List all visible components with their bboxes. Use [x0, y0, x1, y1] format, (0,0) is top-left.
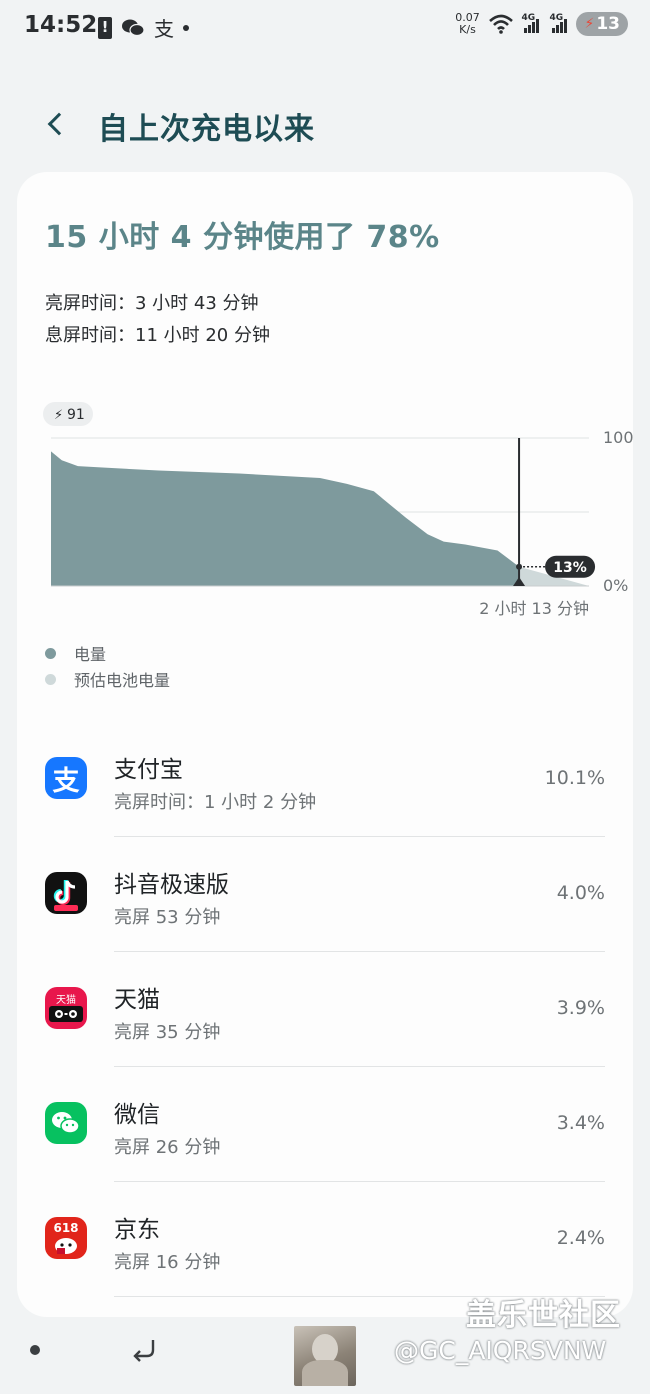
jd-icon: 618: [45, 1217, 87, 1259]
app-row-douyin[interactable]: 抖音极速版 亮屏 53 分钟 4.0%: [17, 837, 633, 952]
start-badge-value: 91: [67, 407, 85, 423]
alert-icon: [98, 16, 112, 39]
legend-label-estimate: 预估电池电量: [74, 671, 171, 690]
app-percent: 10.1%: [544, 767, 605, 789]
app-usage-list: 支 支付宝 亮屏时间：1 小时 2 分钟 10.1% 抖音极速版 亮屏 53 分…: [17, 722, 633, 1297]
wechat-icon: [45, 1102, 87, 1144]
app-row-alipay[interactable]: 支 支付宝 亮屏时间：1 小时 2 分钟 10.1%: [17, 722, 633, 837]
tmall-face-glyph: [49, 1005, 83, 1022]
wechat-notification-icon: [122, 19, 145, 36]
app-screen-time: 亮屏 16 分钟: [114, 1252, 221, 1273]
app-percent: 3.9%: [556, 997, 605, 1019]
more-notifications-dot: [183, 24, 189, 31]
notification-icons: 支: [98, 13, 189, 42]
series-area-0: [51, 451, 520, 586]
app-name: 微信: [114, 1102, 160, 1128]
douyin-icon: [45, 872, 87, 914]
status-bar: 14:52 支 0.07 K/s 4G 4G ⚡ 13: [0, 0, 650, 58]
app-row-jd[interactable]: 618 京东 亮屏 16 分钟 2.4%: [17, 1182, 633, 1297]
battery-indicator: ⚡ 13: [576, 12, 628, 36]
watermark-user: @GC_AIQRSVNW: [394, 1336, 607, 1365]
screen-off-time: 息屏时间：11 小时 20 分钟: [45, 325, 270, 346]
app-screen-time: 亮屏时间：1 小时 2 分钟: [114, 792, 317, 813]
page-header: 自上次充电以来: [0, 92, 650, 156]
alipay-icon: 支: [45, 757, 87, 799]
battery-level: 13: [596, 14, 620, 34]
back-button[interactable]: [36, 104, 76, 144]
app-name: 京东: [114, 1217, 160, 1243]
jd-dog-glyph: [55, 1237, 77, 1254]
battery-chart: 13% ⚡ 91 100 0% 2 小时 13 分钟: [43, 402, 633, 618]
usage-summary: 15 小时 4 分钟使用了 78%: [45, 220, 440, 255]
screen-on-time: 亮屏时间：3 小时 43 分钟: [45, 293, 259, 314]
status-right: 0.07 K/s 4G 4G ⚡ 13: [452, 12, 628, 36]
current-value-label: 13%: [553, 560, 587, 576]
nav-back-icon[interactable]: [128, 1332, 162, 1366]
y-tick-top: 100: [603, 428, 633, 447]
wifi-icon: [489, 14, 514, 34]
app-name: 天猫: [114, 987, 160, 1013]
page-title: 自上次充电以来: [98, 112, 315, 147]
chevron-left-icon: [47, 112, 71, 136]
wechat-bubbles-glyph: [52, 1112, 80, 1134]
legend-label-battery: 电量: [74, 645, 107, 664]
jd-glyph: 618: [53, 1220, 79, 1235]
cell-signal-icon-1: 4G: [520, 13, 542, 35]
watermark-community: 盖乐世社区: [466, 1298, 621, 1333]
douyin-note-glyph: [53, 880, 78, 911]
app-name: 抖音极速版: [114, 872, 229, 898]
nav-dot-icon[interactable]: [30, 1345, 40, 1355]
battery-usage-card: 15 小时 4 分钟使用了 78% 亮屏时间：3 小时 43 分钟 息屏时间：1…: [17, 172, 633, 1317]
app-name: 支付宝: [114, 757, 183, 783]
network-speed: 0.07 K/s: [452, 12, 482, 36]
app-screen-time: 亮屏 53 分钟: [114, 907, 221, 928]
legend-dot-estimate: [45, 673, 56, 685]
chart-legend: 电量 预估电池电量: [45, 640, 170, 692]
remaining-time-label: 2 小时 13 分钟: [479, 599, 589, 618]
current-value-point: [516, 563, 523, 570]
legend-dot-battery: [45, 647, 56, 659]
status-time: 14:52: [24, 12, 98, 38]
charging-bolt-icon: ⚡: [584, 16, 595, 32]
avatar-thumbnail: [294, 1326, 356, 1386]
cell-signal-icon-2: 4G: [548, 13, 570, 35]
app-screen-time: 亮屏 35 分钟: [114, 1022, 221, 1043]
alipay-glyph: 支: [52, 765, 80, 797]
app-row-wechat[interactable]: 微信 亮屏 26 分钟 3.4%: [17, 1067, 633, 1182]
app-row-tmall[interactable]: 天猫 天猫 亮屏 35 分钟 3.9%: [17, 952, 633, 1067]
app-percent: 3.4%: [556, 1112, 605, 1134]
legend-item-battery: 电量: [45, 640, 170, 666]
legend-item-estimate: 预估电池电量: [45, 666, 170, 692]
alipay-notification-icon: 支: [154, 17, 174, 41]
tmall-glyph: 天猫: [56, 994, 76, 1006]
app-screen-time: 亮屏 26 分钟: [114, 1137, 221, 1158]
y-tick-bottom: 0%: [603, 576, 628, 595]
tmall-icon: 天猫: [45, 987, 87, 1029]
app-percent: 4.0%: [556, 882, 605, 904]
app-percent: 2.4%: [556, 1227, 605, 1249]
network-speed-unit: K/s: [459, 23, 476, 36]
start-bolt-icon: ⚡: [54, 408, 63, 423]
